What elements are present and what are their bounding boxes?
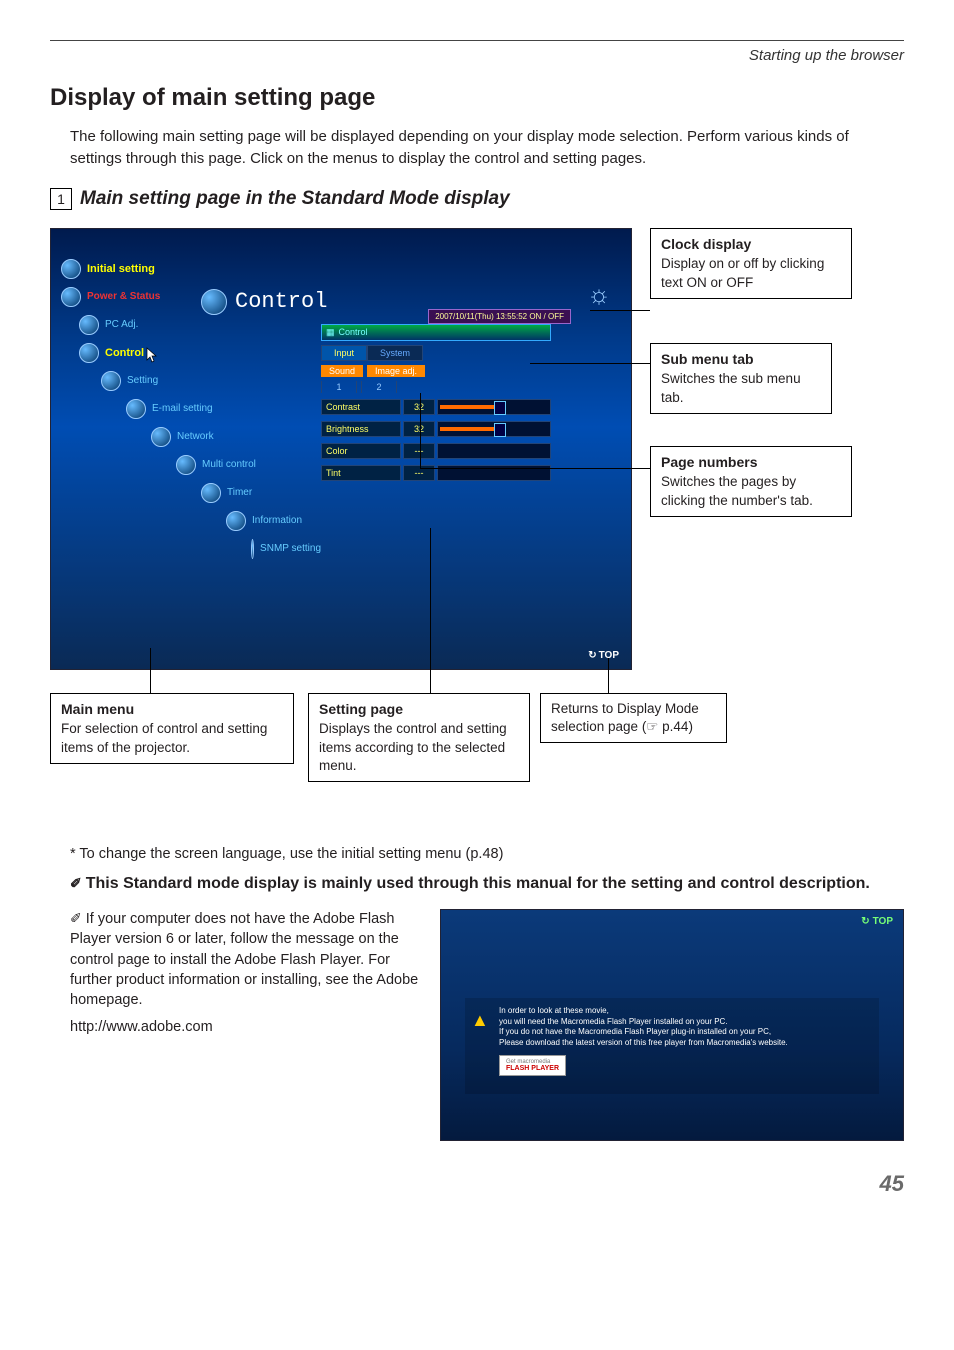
page-title: Display of main setting page [50,84,904,112]
page-tab-1[interactable]: 1 [321,381,357,393]
setting-panel: ▦ Control Input System Sound Image adj. … [321,324,551,481]
standard-mode-note: ✐This Standard mode display is mainly us… [70,872,904,895]
adobe-url: http://www.adobe.com [70,1017,420,1037]
slider-brightness[interactable] [437,421,551,437]
menu-item-network[interactable]: Network [151,427,321,447]
get-flash-button[interactable]: Get macromedia FLASH PLAYER [499,1055,566,1076]
menu-item-snmp-setting[interactable]: SNMP setting [251,539,321,559]
callout-main-menu: Main menu For selection of control and s… [50,693,294,764]
flash-warning-screenshot: ↻ TOP ▲ In order to look at these movie,… [440,909,904,1141]
menu-item-information[interactable]: Information [226,511,321,531]
row-color: Color --- [321,443,551,459]
callout-submenu: Sub menu tab Switches the sub menu tab. [650,343,832,414]
subtab-sound[interactable]: Sound [321,365,363,377]
cursor-icon [146,347,160,363]
menu-item-timer[interactable]: Timer [201,483,321,503]
language-footnote: * To change the screen language, use the… [70,846,904,862]
subsection-heading: 1 Main setting page in the Standard Mode… [50,188,904,210]
callout-pages: Page numbers Switches the pages by click… [650,446,852,517]
menu-item-power-status[interactable]: Power & Status [61,287,321,307]
callout-returns: Returns to Display Mode selection page (… [540,693,727,743]
callout-setting-page: Setting page Displays the control and se… [308,693,530,783]
page-tab-2[interactable]: 2 [361,381,397,393]
menu-item-control[interactable]: Control [79,343,321,363]
menu-item-multi-control[interactable]: Multi control [176,455,321,475]
tab-system[interactable]: System [367,345,423,361]
panel-header: ▦ Control [321,324,551,341]
intro-paragraph: The following main setting page will be … [70,126,904,170]
sun-icon: ☼ [587,279,611,310]
row-brightness: Brightness 32 [321,421,551,437]
tab-input[interactable]: Input [321,345,367,361]
annotated-diagram: Control ☼ 2007/10/11(Thu) 13:55:52 ON / … [50,228,904,828]
warning-icon: ▲ [471,1008,489,1032]
running-header: Starting up the browser [50,47,904,64]
menu-item-email-setting[interactable]: E-mail setting [126,399,321,419]
subsection-text: Main setting page in the Standard Mode d… [80,188,510,210]
slider-contrast[interactable] [437,399,551,415]
pencil-icon: ✐ [70,912,82,927]
main-menu: Initial setting Power & Status PC Adj. C… [61,259,321,567]
page-number: 45 [50,1171,904,1197]
pencil-icon: ✐ [70,877,82,892]
section-number: 1 [50,188,72,210]
clock-display[interactable]: 2007/10/11(Thu) 13:55:52 ON / OFF [428,309,571,324]
menu-item-setting[interactable]: Setting [101,371,321,391]
flash-player-note: ✐If your computer does not have the Adob… [70,909,420,1141]
top-link[interactable]: ↻ TOP [861,916,893,927]
slider-color[interactable] [437,443,551,459]
row-contrast: Contrast 32 [321,399,551,415]
menu-item-initial-setting[interactable]: Initial setting [61,259,321,279]
main-setting-screenshot: Control ☼ 2007/10/11(Thu) 13:55:52 ON / … [50,228,632,670]
top-link[interactable]: ↻ TOP [588,650,619,661]
callout-clock: Clock display Display on or off by click… [650,228,852,299]
subtab-image-adj[interactable]: Image adj. [367,365,425,377]
menu-item-pc-adj[interactable]: PC Adj. [79,315,321,335]
